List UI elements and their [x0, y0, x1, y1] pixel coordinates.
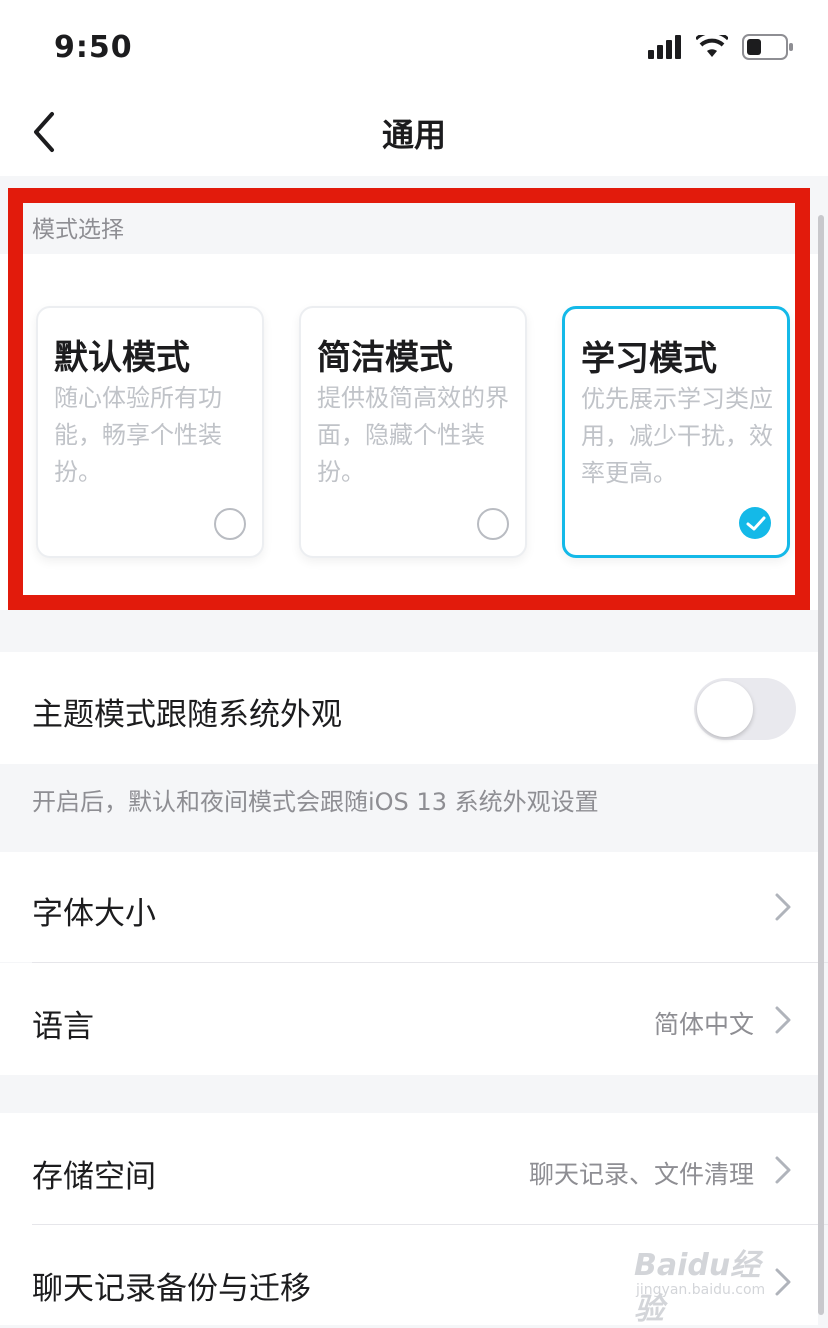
battery-icon — [742, 34, 793, 60]
backup-label: 聊天记录备份与迁移 — [32, 1271, 311, 1307]
storage-label: 存储空间 — [32, 1159, 156, 1195]
font-size-label: 字体大小 — [32, 896, 156, 932]
storage-value: 聊天记录、文件清理 — [528, 1160, 754, 1189]
font-size-row[interactable]: 字体大小 — [0, 852, 818, 962]
status-icons — [648, 34, 794, 60]
highlight-frame — [8, 188, 810, 610]
watermark-url: jingyan.baidu.com — [636, 1282, 766, 1298]
toggle-knob — [697, 681, 753, 737]
language-value: 简体中文 — [653, 1010, 754, 1039]
signal-icon — [648, 35, 681, 59]
wifi-icon — [696, 35, 728, 57]
chevron-right-icon — [775, 1006, 791, 1034]
status-time: 9:50 — [54, 30, 133, 65]
baidu-watermark: Baidu经验 jingyan.baidu.com — [634, 1232, 784, 1327]
theme-follow-hint: 开启后，默认和夜间模式会跟随iOS 13 系统外观设置 — [32, 788, 599, 816]
storage-row[interactable]: 存储空间 聊天记录、文件清理 — [0, 1113, 818, 1225]
language-row[interactable]: 语言 简体中文 — [0, 963, 818, 1075]
chevron-right-icon — [775, 1156, 791, 1184]
scrollbar[interactable] — [818, 215, 824, 1315]
theme-follow-row: 主题模式跟随系统外观 — [0, 652, 818, 764]
language-label: 语言 — [32, 1009, 94, 1045]
theme-follow-label: 主题模式跟随系统外观 — [32, 697, 342, 733]
theme-follow-toggle[interactable] — [694, 678, 796, 740]
page-title: 通用 — [381, 116, 446, 154]
chevron-right-icon — [775, 893, 791, 921]
